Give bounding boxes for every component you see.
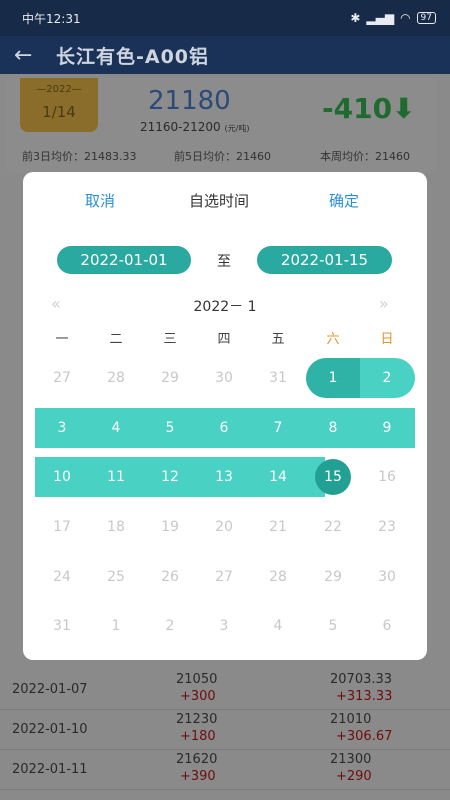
end-date-chip[interactable]: 2022-01-15 bbox=[257, 246, 392, 274]
calendar-day[interactable]: 29 bbox=[306, 557, 360, 597]
row-avg-change: +313.33 bbox=[336, 689, 393, 704]
calendar-day[interactable]: 25 bbox=[89, 557, 143, 597]
weekday-label: 五 bbox=[271, 332, 285, 347]
calendar-day[interactable]: 13 bbox=[197, 457, 251, 497]
avg-5-days: 前5日均价：21460 bbox=[174, 150, 271, 163]
calendar-day[interactable]: 16 bbox=[360, 457, 414, 497]
next-month-icon[interactable]: » bbox=[379, 294, 389, 313]
price-range-value: 21160-21200 bbox=[140, 120, 221, 134]
table-row: 2022-01-11 21620 +390 21300 +290 bbox=[0, 750, 450, 790]
confirm-button[interactable]: 确定 bbox=[329, 190, 359, 211]
calendar-day[interactable]: 2 bbox=[143, 606, 197, 646]
calendar-day[interactable]: 8 bbox=[306, 408, 360, 448]
calendar-day[interactable]: 6 bbox=[197, 408, 251, 448]
calendar-day[interactable]: 2 bbox=[360, 358, 414, 398]
start-date-chip[interactable]: 2022-01-01 bbox=[57, 246, 191, 274]
calendar-day[interactable]: 30 bbox=[197, 358, 251, 398]
row-avg: 21010 bbox=[330, 712, 372, 727]
dialog-title: 自选时间 bbox=[189, 192, 250, 210]
row-date: 2022-01-07 bbox=[12, 682, 88, 697]
app-bar: ← 长江有色-A00铝 bbox=[0, 36, 450, 74]
price-range: 21160-21200 (元/吨) bbox=[140, 120, 249, 134]
date-badge: —2022— 1/14 bbox=[20, 78, 98, 132]
bluetooth-icon: ✱ bbox=[350, 11, 361, 25]
down-arrow-icon: ⬇ bbox=[392, 92, 416, 125]
calendar-day[interactable]: 24 bbox=[35, 557, 89, 597]
calendar-day[interactable]: 31 bbox=[35, 606, 89, 646]
row-price-change: +180 bbox=[180, 729, 216, 744]
status-time: 中午12:31 bbox=[22, 11, 81, 26]
calendar-day[interactable]: 12 bbox=[143, 457, 197, 497]
calendar-day[interactable]: 3 bbox=[197, 606, 251, 646]
signal-icon: ▂▄▆ bbox=[366, 11, 395, 25]
back-arrow-icon[interactable]: ← bbox=[14, 43, 48, 68]
weekday-label: 二 bbox=[109, 332, 123, 347]
row-price-change: +390 bbox=[180, 769, 216, 784]
price-change-value: -410 bbox=[322, 92, 393, 125]
weekday-label: 一 bbox=[55, 332, 69, 347]
cancel-button[interactable]: 取消 bbox=[85, 190, 115, 211]
row-date: 2022-01-11 bbox=[12, 762, 88, 777]
table-row: 2022-01-10 21230 +180 21010 +306.67 bbox=[0, 710, 450, 750]
calendar-day[interactable]: 23 bbox=[360, 507, 414, 547]
wifi-icon: ◠ bbox=[400, 11, 411, 25]
calendar-day[interactable]: 20 bbox=[197, 507, 251, 547]
avg-week: 本周均价：21460 bbox=[320, 150, 410, 163]
page-title: 长江有色-A00铝 bbox=[56, 45, 210, 68]
calendar-day[interactable]: 28 bbox=[251, 557, 305, 597]
calendar-day[interactable]: 15 bbox=[306, 457, 360, 497]
avg-3-days: 前3日均价：21483.33 bbox=[22, 150, 137, 163]
calendar-day[interactable]: 28 bbox=[89, 358, 143, 398]
row-price-change: +300 bbox=[180, 689, 216, 704]
calendar-day[interactable]: 22 bbox=[306, 507, 360, 547]
status-bar: 中午12:31 ✱ ▂▄▆ ◠ 97 bbox=[0, 0, 450, 36]
calendar-day[interactable]: 11 bbox=[89, 457, 143, 497]
row-avg-change: +306.67 bbox=[336, 729, 393, 744]
range-separator: 至 bbox=[217, 254, 231, 270]
calendar-day[interactable]: 4 bbox=[251, 606, 305, 646]
calendar-day[interactable]: 7 bbox=[251, 408, 305, 448]
weekday-label: 四 bbox=[217, 332, 231, 347]
calendar-day[interactable]: 10 bbox=[35, 457, 89, 497]
calendar-day[interactable]: 1 bbox=[89, 606, 143, 646]
calendar-day[interactable]: 18 bbox=[89, 507, 143, 547]
calendar-day[interactable]: 5 bbox=[306, 606, 360, 646]
row-price: 21620 bbox=[176, 752, 218, 767]
calendar-day[interactable]: 4 bbox=[89, 408, 143, 448]
row-price: 21050 bbox=[176, 672, 218, 687]
calendar-day[interactable]: 29 bbox=[143, 358, 197, 398]
weekday-label: 六 bbox=[326, 332, 340, 347]
dialog-header: 取消 自选时间 确定 bbox=[23, 190, 427, 214]
calendar-day[interactable]: 31 bbox=[251, 358, 305, 398]
row-price: 21230 bbox=[176, 712, 218, 727]
battery-icon: 97 bbox=[416, 12, 436, 24]
calendar-day[interactable]: 21 bbox=[251, 507, 305, 547]
calendar-day[interactable]: 17 bbox=[35, 507, 89, 547]
month-label: 2022－ 1 bbox=[193, 299, 257, 315]
date-badge-day: 1/14 bbox=[42, 103, 76, 121]
row-date: 2022-01-10 bbox=[12, 722, 88, 737]
date-badge-year: —2022— bbox=[36, 84, 82, 95]
table-row: 2022-01-07 21050 +300 20703.33 +313.33 bbox=[0, 670, 450, 710]
calendar-day[interactable]: 27 bbox=[197, 557, 251, 597]
price-unit: (元/吨) bbox=[224, 124, 250, 133]
calendar-day[interactable]: 5 bbox=[143, 408, 197, 448]
weekday-label: 三 bbox=[163, 332, 177, 347]
calendar-day[interactable]: 14 bbox=[251, 457, 305, 497]
calendar-day[interactable]: 3 bbox=[35, 408, 89, 448]
calendar-day[interactable]: 9 bbox=[360, 408, 414, 448]
status-icons: ✱ ▂▄▆ ◠ 97 bbox=[350, 11, 436, 25]
calendar-day[interactable]: 26 bbox=[143, 557, 197, 597]
row-avg-change: +290 bbox=[336, 769, 372, 784]
calendar-day[interactable]: 6 bbox=[360, 606, 414, 646]
row-avg: 20703.33 bbox=[330, 672, 393, 687]
row-avg: 21300 bbox=[330, 752, 372, 767]
price-change: -410⬇ bbox=[322, 92, 416, 125]
calendar-day[interactable]: 27 bbox=[35, 358, 89, 398]
weekday-label: 日 bbox=[380, 332, 394, 347]
calendar-day[interactable]: 30 bbox=[360, 557, 414, 597]
price-value: 21180 bbox=[148, 86, 231, 116]
calendar-day[interactable]: 1 bbox=[306, 358, 360, 398]
calendar-day[interactable]: 19 bbox=[143, 507, 197, 547]
